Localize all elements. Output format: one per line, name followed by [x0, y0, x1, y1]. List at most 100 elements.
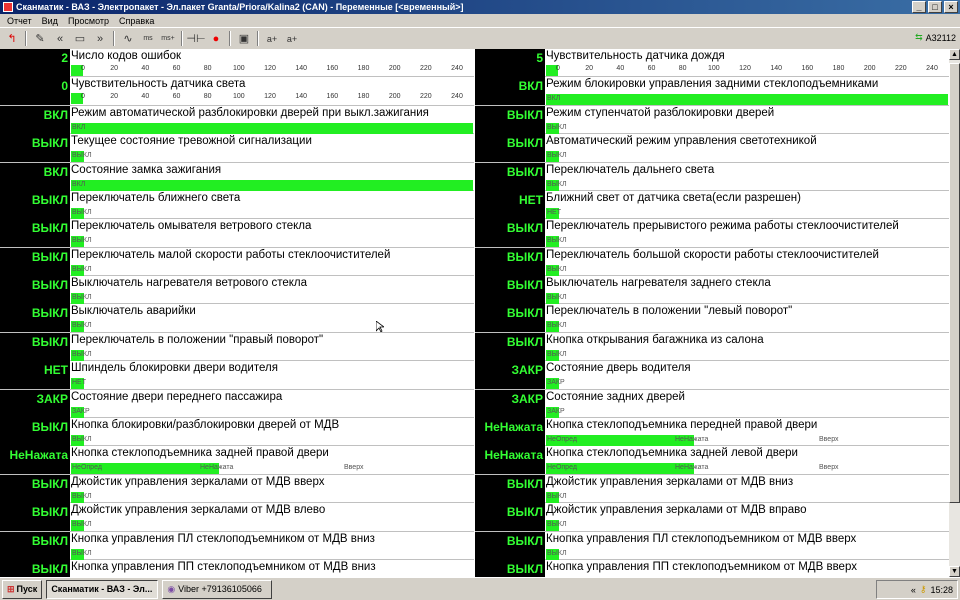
variables-panel: 2 Число кодов ошибок 0 20 40 60 80 100 120 140 160…: [0, 49, 949, 577]
bar-state-label: Вверх: [819, 436, 839, 444]
close-button[interactable]: ×: [944, 1, 958, 13]
variable-row[interactable]: ВЫКЛ Переключатель большой скорости работ…: [475, 247, 949, 277]
variable-row[interactable]: ВКЛ Состояние замка зажигания ВКЛ: [0, 162, 474, 191]
variable-label: Состояние двери переднего пассажира: [71, 390, 283, 403]
variable-row[interactable]: ЗАКР Состояние дверь водителя ЗАКР: [475, 361, 949, 390]
variable-row[interactable]: ВЫКЛ Текущее состояние тревожной сигнализ…: [0, 134, 474, 163]
tray-expand-icon[interactable]: «: [911, 585, 916, 595]
variable-label: Число кодов ошибок: [71, 50, 182, 62]
maximize-button[interactable]: □: [928, 1, 942, 13]
variable-value: ВКЛ: [475, 77, 545, 106]
variable-row[interactable]: ВЫКЛ Переключатель в положении "правый по…: [0, 332, 474, 362]
bar-text: ВЫКЛ: [72, 521, 92, 529]
signal-icon[interactable]: ⊣⊢: [186, 30, 206, 48]
record-icon[interactable]: ●: [206, 30, 226, 48]
variable-row[interactable]: ВЫКЛ Кнопка управления ПП стеклоподъемник…: [475, 559, 949, 577]
variable-row[interactable]: 0 Чувствительность датчика света 0 20 40 60 80…: [0, 77, 474, 106]
variable-row[interactable]: ВЫКЛ Переключатель дальнего света ВЫКЛ: [475, 162, 949, 191]
toolbar: ↰ ✎ « ▭ » ∿ ms ms+ ⊣⊢ ● ▣ a+ a+ ⇆ A32112: [0, 28, 960, 49]
tray-app-icon[interactable]: ⚷: [920, 584, 927, 595]
bar-text: ВЫКЛ: [72, 294, 92, 302]
variable-value: ЗАКР: [475, 389, 545, 418]
variable-label: Переключатель дальнего света: [546, 163, 715, 176]
value-bar: [71, 179, 473, 191]
variable-value: ВЫКЛ: [0, 276, 70, 305]
variable-row[interactable]: ВЫКЛ Выключатель нагревателя заднего стек…: [475, 276, 949, 305]
clock: 15:28: [930, 584, 953, 595]
connection-icon: ⇆: [915, 32, 923, 42]
minimize-button[interactable]: _: [912, 1, 926, 13]
variable-row[interactable]: НЕТ Ближний свет от датчика света(если ра…: [475, 190, 949, 220]
variable-row[interactable]: ВЫКЛ Джойстик управления зеркалами от МДВ…: [0, 474, 474, 504]
variable-value: ВЫКЛ: [475, 247, 545, 276]
zoom-ms-plus-button[interactable]: ms+: [158, 30, 178, 48]
variable-row[interactable]: ВЫКЛ Кнопка управления ПЛ стеклоподъемник…: [475, 531, 949, 560]
left-column: 2 Число кодов ошибок 0 20 40 60 80 100 120 140 160…: [0, 49, 474, 577]
scale-tick: 40: [141, 65, 150, 72]
variable-row[interactable]: ВЫКЛ Переключатель омывателя ветрового ст…: [0, 219, 474, 248]
variable-row[interactable]: ВЫКЛ Кнопка управления ПП стеклоподъемник…: [0, 559, 474, 577]
forward-icon[interactable]: »: [90, 30, 110, 48]
variable-row[interactable]: ВЫКЛ Джойстик управления зеркалами от МДВ…: [0, 503, 474, 532]
variable-row[interactable]: ВЫКЛ Автоматический режим управления свет…: [475, 134, 949, 163]
font-increase-button[interactable]: a+: [282, 30, 302, 48]
variable-row[interactable]: ВЫКЛ Джойстик управления зеркалами от МДВ…: [475, 474, 949, 504]
variable-row[interactable]: ЗАКР Состояние задних дверей ЗАКР: [475, 389, 949, 419]
variable-row[interactable]: ВЫКЛ Переключатель ближнего света ВЫКЛ: [0, 190, 474, 220]
variable-row[interactable]: ВЫКЛ Режим ступенчатой разблокировки двер…: [475, 105, 949, 135]
scale-tick: 120: [264, 65, 276, 72]
back-arrow-icon[interactable]: ↰: [2, 30, 22, 48]
variable-row[interactable]: ВЫКЛ Джойстик управления зеркалами от МДВ…: [475, 503, 949, 532]
variable-label: Переключатель в положении "правый поворо…: [71, 333, 324, 346]
variable-row[interactable]: НеНажата Кнопка стеклоподъемника передней…: [475, 418, 949, 447]
variable-label: Текущее состояние тревожной сигнализации: [71, 135, 312, 148]
variable-row[interactable]: ВЫКЛ Переключатель в положении "левый пов…: [475, 304, 949, 333]
variable-label: Переключатель большой скорости работы ст…: [546, 248, 879, 261]
variable-row[interactable]: ЗАКР Состояние двери переднего пассажира З…: [0, 389, 474, 419]
wave-icon[interactable]: ∿: [118, 30, 138, 48]
scale-tick: 60: [647, 65, 656, 72]
scale-tick: 100: [232, 65, 245, 72]
variable-row[interactable]: ВЫКЛ Выключатель аварийки ВЫКЛ: [0, 304, 474, 333]
variable-label: Шпиндель блокировки двери водителя: [71, 362, 278, 375]
font-decrease-button[interactable]: a+: [262, 30, 282, 48]
variable-row[interactable]: ВЫКЛ Кнопка открывания багажника из салон…: [475, 332, 949, 362]
variable-label: Кнопка стеклоподъемника задней правой дв…: [71, 447, 329, 460]
variable-row[interactable]: ВКЛ Режим блокировки управления задними с…: [475, 77, 949, 106]
menu-help[interactable]: Справка: [114, 14, 159, 27]
vertical-scrollbar[interactable]: ▲ ▼: [949, 49, 960, 577]
variable-value: ЗАКР: [0, 389, 70, 418]
variable-label: Переключатель в положении "левый поворот…: [546, 305, 793, 318]
edit-icon[interactable]: ✎: [30, 30, 50, 48]
variable-row[interactable]: ВЫКЛ Переключатель малой скорости работы …: [0, 247, 474, 277]
rewind-icon[interactable]: «: [50, 30, 70, 48]
variable-row[interactable]: 5 Чувствительность датчика дождя 0 20 40 60 80…: [475, 49, 949, 78]
start-button[interactable]: ⊞ Пуск: [2, 579, 43, 599]
scroll-thumb[interactable]: [949, 63, 960, 503]
variable-row[interactable]: ВЫКЛ Кнопка управления ПЛ стеклоподъемник…: [0, 531, 474, 560]
scale-tick: 20: [110, 65, 119, 72]
scroll-down-icon[interactable]: ▼: [949, 566, 960, 577]
variable-row[interactable]: 2 Число кодов ошибок 0 20 40 60 80 100 120 140 160…: [0, 49, 474, 78]
variable-label: Ближний свет от датчика света(если разре…: [546, 191, 801, 204]
stop-square-icon[interactable]: ▭: [70, 30, 90, 48]
variable-row[interactable]: НеНажата Кнопка стеклоподъемника задней л…: [475, 446, 949, 475]
bar-state-label: НеОпред: [547, 464, 577, 472]
menu-view[interactable]: Вид: [37, 14, 63, 27]
variable-row[interactable]: НеНажата Кнопка стеклоподъемника задней п…: [0, 446, 474, 475]
variable-row[interactable]: ВЫКЛ Переключатель прерывистого режима ра…: [475, 219, 949, 248]
save-icon[interactable]: ▣: [234, 30, 254, 48]
zoom-ms-button[interactable]: ms: [138, 30, 158, 48]
variable-row[interactable]: ВКЛ Режим автоматической разблокировки дв…: [0, 105, 474, 135]
variable-row[interactable]: ВЫКЛ Кнопка блокировки/разблокировки двер…: [0, 418, 474, 447]
bar-text: ВЫКЛ: [547, 123, 567, 131]
variable-row[interactable]: НЕТ Шпиндель блокировки двери водителя НЕТ: [0, 361, 474, 390]
task-scanmatik[interactable]: Сканматик - ВАЗ - Эл...: [46, 579, 159, 599]
menu-report[interactable]: Отчет: [2, 14, 37, 27]
menu-browse[interactable]: Просмотр: [63, 14, 114, 27]
scroll-up-icon[interactable]: ▲: [949, 49, 960, 60]
task-viber[interactable]: ◉ Viber +79136105066: [162, 579, 273, 599]
variable-row[interactable]: ВЫКЛ Выключатель нагревателя ветрового ст…: [0, 276, 474, 305]
variable-value: ВЫКЛ: [0, 531, 70, 560]
variable-value: ВЫКЛ: [0, 134, 70, 163]
